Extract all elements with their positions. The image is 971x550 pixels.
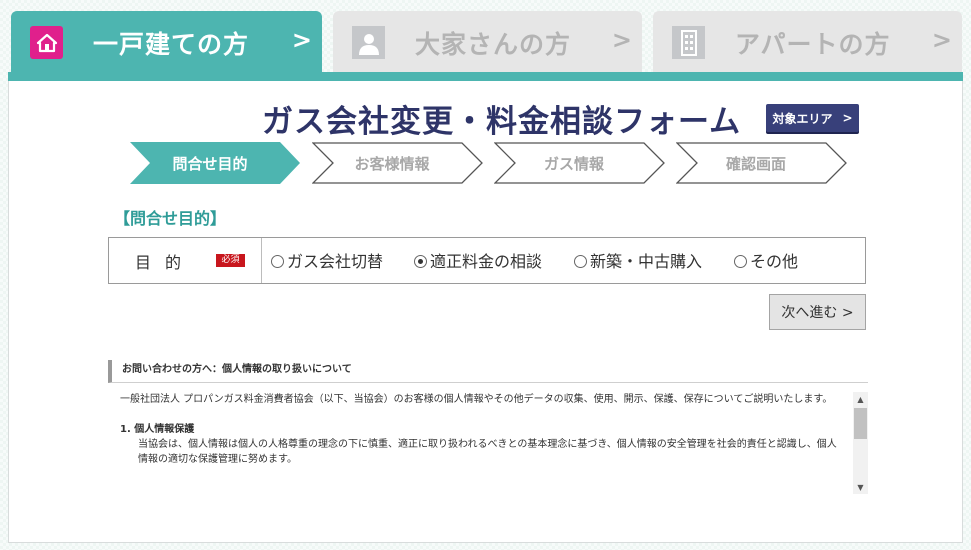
privacy-text: 一般社団法人 プロパンガス料金消費者協会（以下、当協会）のお客様の個人情報やその… (120, 392, 838, 467)
scrollbar[interactable]: ▲ ▼ (853, 392, 868, 494)
person-icon (352, 26, 385, 59)
scrollbar-thumb[interactable] (854, 408, 867, 439)
radio-button-selected[interactable] (414, 255, 427, 268)
section-heading: 【問合せ目的】 (114, 209, 227, 228)
scroll-up-icon[interactable]: ▲ (853, 392, 868, 406)
next-button[interactable]: 次へ進む > (769, 294, 866, 330)
option-label: その他 (750, 252, 799, 271)
tab-detached-house[interactable]: 一戸建ての方 > (11, 11, 322, 72)
privacy-heading: お問い合わせの方へ：個人情報の取り扱いについて (108, 360, 868, 383)
option-label: 適正料金の相談 (430, 252, 543, 271)
page-title: ガス会社変更・料金相談フォーム (262, 104, 742, 140)
chevron-right-icon: > (842, 111, 853, 125)
tab-label: 一戸建ての方 (93, 30, 250, 59)
step-inquiry-purpose: 問合せ目的 (130, 142, 302, 184)
radio-button[interactable] (574, 255, 587, 268)
purpose-label-cell: 目的 必須 (109, 238, 262, 283)
tab-apartment[interactable]: アパートの方 > (653, 11, 962, 72)
purpose-label: 目的 (135, 253, 196, 272)
option-other[interactable]: その他 (734, 248, 798, 272)
step-gas-info: ガス情報 (494, 142, 666, 184)
tab-label: アパートの方 (735, 30, 891, 59)
area-button-label: 対象エリア (772, 111, 833, 126)
tab-label: 大家さんの方 (415, 30, 572, 59)
required-badge: 必須 (216, 254, 245, 267)
building-icon (672, 26, 705, 59)
radio-button[interactable] (734, 255, 747, 268)
option-new-used-purchase[interactable]: 新築・中古購入 (574, 248, 702, 272)
house-icon (30, 26, 63, 59)
privacy-item-body: 当協会は、個人情報は個人の人格尊重の理念の下に慎重、適正に取り扱われるべきとの基… (138, 439, 837, 465)
radio-button[interactable] (271, 255, 284, 268)
option-rate-consultation[interactable]: 適正料金の相談 (414, 248, 542, 272)
step-confirmation: 確認画面 (676, 142, 848, 184)
option-gas-switch[interactable]: ガス会社切替 (271, 248, 383, 272)
chevron-right-icon: > (611, 26, 632, 54)
tab-underline (8, 72, 963, 81)
step-customer-info: お客様情報 (312, 142, 484, 184)
step-label: 確認画面 (725, 154, 786, 173)
chevron-right-icon: > (291, 26, 312, 54)
tab-landlord[interactable]: 大家さんの方 > (333, 11, 642, 72)
privacy-textbox[interactable]: 一般社団法人 プロパンガス料金消費者協会（以下、当協会）のお客様の個人情報やその… (120, 392, 868, 494)
step-label: ガス情報 (543, 154, 604, 173)
option-label: ガス会社切替 (287, 252, 384, 271)
privacy-item-title: 1. 個人情報保護 (120, 424, 195, 435)
chevron-right-icon: > (931, 26, 952, 54)
scroll-down-icon[interactable]: ▼ (853, 480, 868, 494)
option-label: 新築・中古購入 (590, 252, 703, 271)
step-label: お客様情報 (354, 154, 430, 173)
privacy-item: 1. 個人情報保護 当協会は、個人情報は個人の人格尊重の理念の下に慎重、適正に取… (120, 422, 838, 467)
target-area-button[interactable]: 対象エリア > (766, 104, 859, 132)
privacy-intro: 一般社団法人 プロパンガス料金消費者協会（以下、当協会）のお客様の個人情報やその… (120, 394, 833, 405)
step-label: 問合せ目的 (172, 154, 248, 173)
